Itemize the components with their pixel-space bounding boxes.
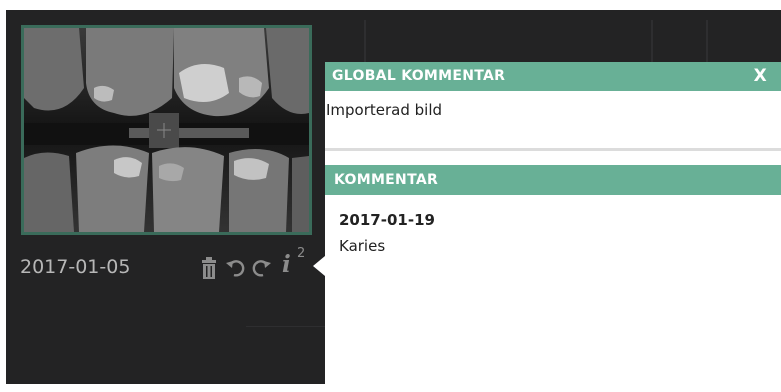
- redo-icon[interactable]: [251, 257, 271, 277]
- popover-pointer: [313, 256, 325, 276]
- image-date: 2017-01-05: [20, 256, 131, 278]
- undo-icon[interactable]: [226, 257, 246, 277]
- xray-thumbnail[interactable]: [21, 25, 312, 235]
- info-count-badge: 2: [297, 246, 306, 261]
- comment-text[interactable]: Karies: [325, 229, 781, 255]
- comment-panel: GLOBAL KOMMENTAR X Importerad bild KOMME…: [325, 62, 781, 388]
- global-comment-header: GLOBAL KOMMENTAR X: [325, 62, 781, 91]
- info-icon[interactable]: i: [282, 251, 291, 278]
- trash-icon[interactable]: [201, 257, 217, 279]
- comment-header: KOMMENTAR: [325, 165, 781, 195]
- close-button[interactable]: X: [754, 62, 767, 91]
- global-comment-title: GLOBAL KOMMENTAR: [332, 68, 506, 84]
- grid-divider: [246, 326, 326, 327]
- global-comment-text[interactable]: Importerad bild: [325, 91, 781, 148]
- comment-date: 2017-01-19: [339, 211, 435, 229]
- xray-image: [24, 28, 309, 232]
